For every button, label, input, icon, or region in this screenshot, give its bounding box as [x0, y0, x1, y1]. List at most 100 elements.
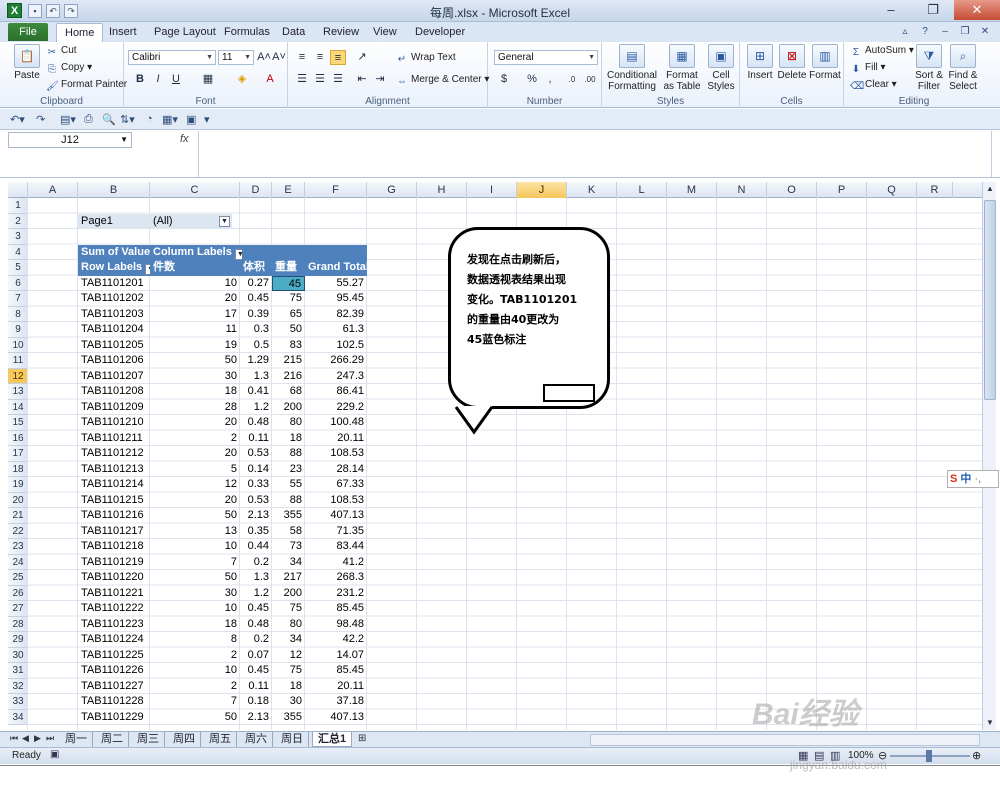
table-cell-weight[interactable]: 80: [272, 415, 305, 431]
table-cell-count[interactable]: 20: [150, 415, 240, 431]
format-as-table-button[interactable]: ▦ Format as Table: [662, 44, 702, 92]
align-center-icon[interactable]: ☰: [312, 72, 328, 87]
column-header-j[interactable]: J: [517, 182, 567, 198]
name-box[interactable]: J12 ▼: [8, 132, 132, 148]
table-cell-total[interactable]: 407.13: [305, 710, 367, 726]
fill-color-icon[interactable]: ◈: [234, 72, 250, 87]
row-header-28[interactable]: 28: [8, 617, 28, 632]
table-row-label[interactable]: TAB1101206: [78, 353, 150, 369]
table-cell-total[interactable]: 108.53: [305, 493, 367, 509]
table-cell-count[interactable]: 50: [150, 508, 240, 524]
table-cell-volume[interactable]: 0.53: [240, 446, 272, 462]
pivot-icon[interactable]: ▤▾: [60, 113, 76, 126]
table-cell-weight[interactable]: 75: [272, 663, 305, 679]
table-row-label[interactable]: TAB1101219: [78, 555, 150, 571]
table-cell-weight[interactable]: 18: [272, 679, 305, 695]
last-sheet-icon[interactable]: ⏭: [46, 733, 54, 744]
zoom-in-icon[interactable]: ⊕: [972, 749, 981, 762]
decrease-indent-icon[interactable]: ⇤: [354, 72, 370, 87]
comma-button[interactable]: ,: [542, 72, 558, 87]
print-icon[interactable]: ⎙: [84, 113, 93, 126]
table-row-label[interactable]: TAB1101221: [78, 586, 150, 602]
scroll-down-icon[interactable]: ▼: [983, 716, 997, 730]
sheet-tab-sat[interactable]: 周六: [240, 732, 273, 747]
table-cell-weight[interactable]: 80: [272, 617, 305, 633]
table-cell-weight[interactable]: 58: [272, 524, 305, 540]
pivot-row-labels[interactable]: Row Labels▼: [78, 260, 150, 276]
align-middle-icon[interactable]: ≡: [312, 50, 328, 65]
table-cell-total[interactable]: 102.5: [305, 338, 367, 354]
table-row-label[interactable]: TAB1101215: [78, 493, 150, 509]
table-cell-count[interactable]: 12: [150, 477, 240, 493]
table-cell-volume[interactable]: 0.5: [240, 338, 272, 354]
table-cell-weight[interactable]: 355: [272, 508, 305, 524]
table-cell-total[interactable]: 100.48: [305, 415, 367, 431]
table-cell-total[interactable]: 247.3: [305, 369, 367, 385]
table-row-label[interactable]: TAB1101204: [78, 322, 150, 338]
row-header-11[interactable]: 11: [8, 353, 28, 369]
column-header-h[interactable]: H: [417, 182, 467, 198]
table-cell-count[interactable]: 10: [150, 663, 240, 679]
tab-insert[interactable]: Insert: [109, 25, 137, 39]
table-cell-total[interactable]: 95.45: [305, 291, 367, 307]
close-icon[interactable]: ✕: [954, 0, 1000, 20]
row-header-23[interactable]: 23: [8, 539, 28, 555]
table-cell-volume[interactable]: 0.35: [240, 524, 272, 540]
table-cell-total[interactable]: 229.2: [305, 400, 367, 416]
table-cell-weight[interactable]: 200: [272, 400, 305, 416]
column-header-o[interactable]: O: [767, 182, 817, 198]
row-header-6[interactable]: 6: [8, 276, 28, 291]
row-header-20[interactable]: 20: [8, 493, 28, 508]
table-cell-volume[interactable]: 0.07: [240, 648, 272, 664]
table-cell-total[interactable]: 71.35: [305, 524, 367, 540]
column-header-q[interactable]: Q: [867, 182, 917, 198]
tab-developer[interactable]: Developer: [415, 25, 465, 39]
pivot-column-labels[interactable]: Column Labels ▼: [150, 244, 242, 260]
table-cell-count[interactable]: 20: [150, 493, 240, 509]
prev-sheet-icon[interactable]: ◀: [22, 733, 29, 744]
column-header-l[interactable]: L: [617, 182, 667, 198]
row-header-9[interactable]: 9: [8, 322, 28, 338]
table-cell-volume[interactable]: 1.2: [240, 400, 272, 416]
number-format-select[interactable]: General ▼: [494, 50, 598, 65]
column-header-c[interactable]: C: [150, 182, 240, 198]
table-cell-count[interactable]: 10: [150, 539, 240, 555]
table-row-label[interactable]: TAB1101207: [78, 369, 150, 385]
table-cell-count[interactable]: 18: [150, 384, 240, 400]
table-cell-count[interactable]: 18: [150, 617, 240, 633]
column-header-b[interactable]: B: [78, 182, 150, 198]
table-cell-weight[interactable]: 215: [272, 353, 305, 369]
sort-icon[interactable]: ⇅▾: [120, 113, 135, 126]
row-header-1[interactable]: 1: [8, 198, 28, 214]
cell-area[interactable]: Page1 (All) ▼ Sum of Value Column Labels ▼ Row…: [27, 198, 982, 730]
table-cell-volume[interactable]: 0.45: [240, 601, 272, 617]
table-cell-volume[interactable]: 0.27: [240, 276, 272, 292]
table-row-label[interactable]: TAB1101227: [78, 679, 150, 695]
autosum-button[interactable]: Σ AutoSum ▾: [850, 44, 914, 59]
table-cell-volume[interactable]: 1.3: [240, 570, 272, 586]
insert-function-icon[interactable]: fx: [180, 133, 189, 145]
table-cell-weight[interactable]: 217: [272, 570, 305, 586]
column-header-i[interactable]: I: [467, 182, 517, 198]
table-row-label[interactable]: TAB1101209: [78, 400, 150, 416]
row-header-10[interactable]: 10: [8, 338, 28, 353]
sheet-tab-fri[interactable]: 周五: [204, 732, 237, 747]
table-cell-count[interactable]: 7: [150, 694, 240, 710]
pivot-page-filter[interactable]: (All) ▼: [150, 213, 232, 229]
table-cell-volume[interactable]: 1.3: [240, 369, 272, 385]
table-cell-volume[interactable]: 0.48: [240, 415, 272, 431]
table-cell-total[interactable]: 55.27: [305, 276, 367, 292]
format-painter-button[interactable]: 🖌 Format Painter: [46, 78, 127, 93]
table-cell-weight[interactable]: 75: [272, 291, 305, 307]
table-cell-volume[interactable]: 0.41: [240, 384, 272, 400]
chart-icon[interactable]: ◔: [146, 113, 153, 125]
table-row-label[interactable]: TAB1101224: [78, 632, 150, 648]
row-header-21[interactable]: 21: [8, 508, 28, 524]
row-header-18[interactable]: 18: [8, 462, 28, 477]
restore-icon[interactable]: –: [938, 25, 952, 39]
table-cell-total[interactable]: 20.11: [305, 679, 367, 695]
table-cell-volume[interactable]: 0.11: [240, 431, 272, 447]
table-cell-total[interactable]: 83.44: [305, 539, 367, 555]
table-cell-total[interactable]: 61.3: [305, 322, 367, 338]
table-row-label[interactable]: TAB1101208: [78, 384, 150, 400]
